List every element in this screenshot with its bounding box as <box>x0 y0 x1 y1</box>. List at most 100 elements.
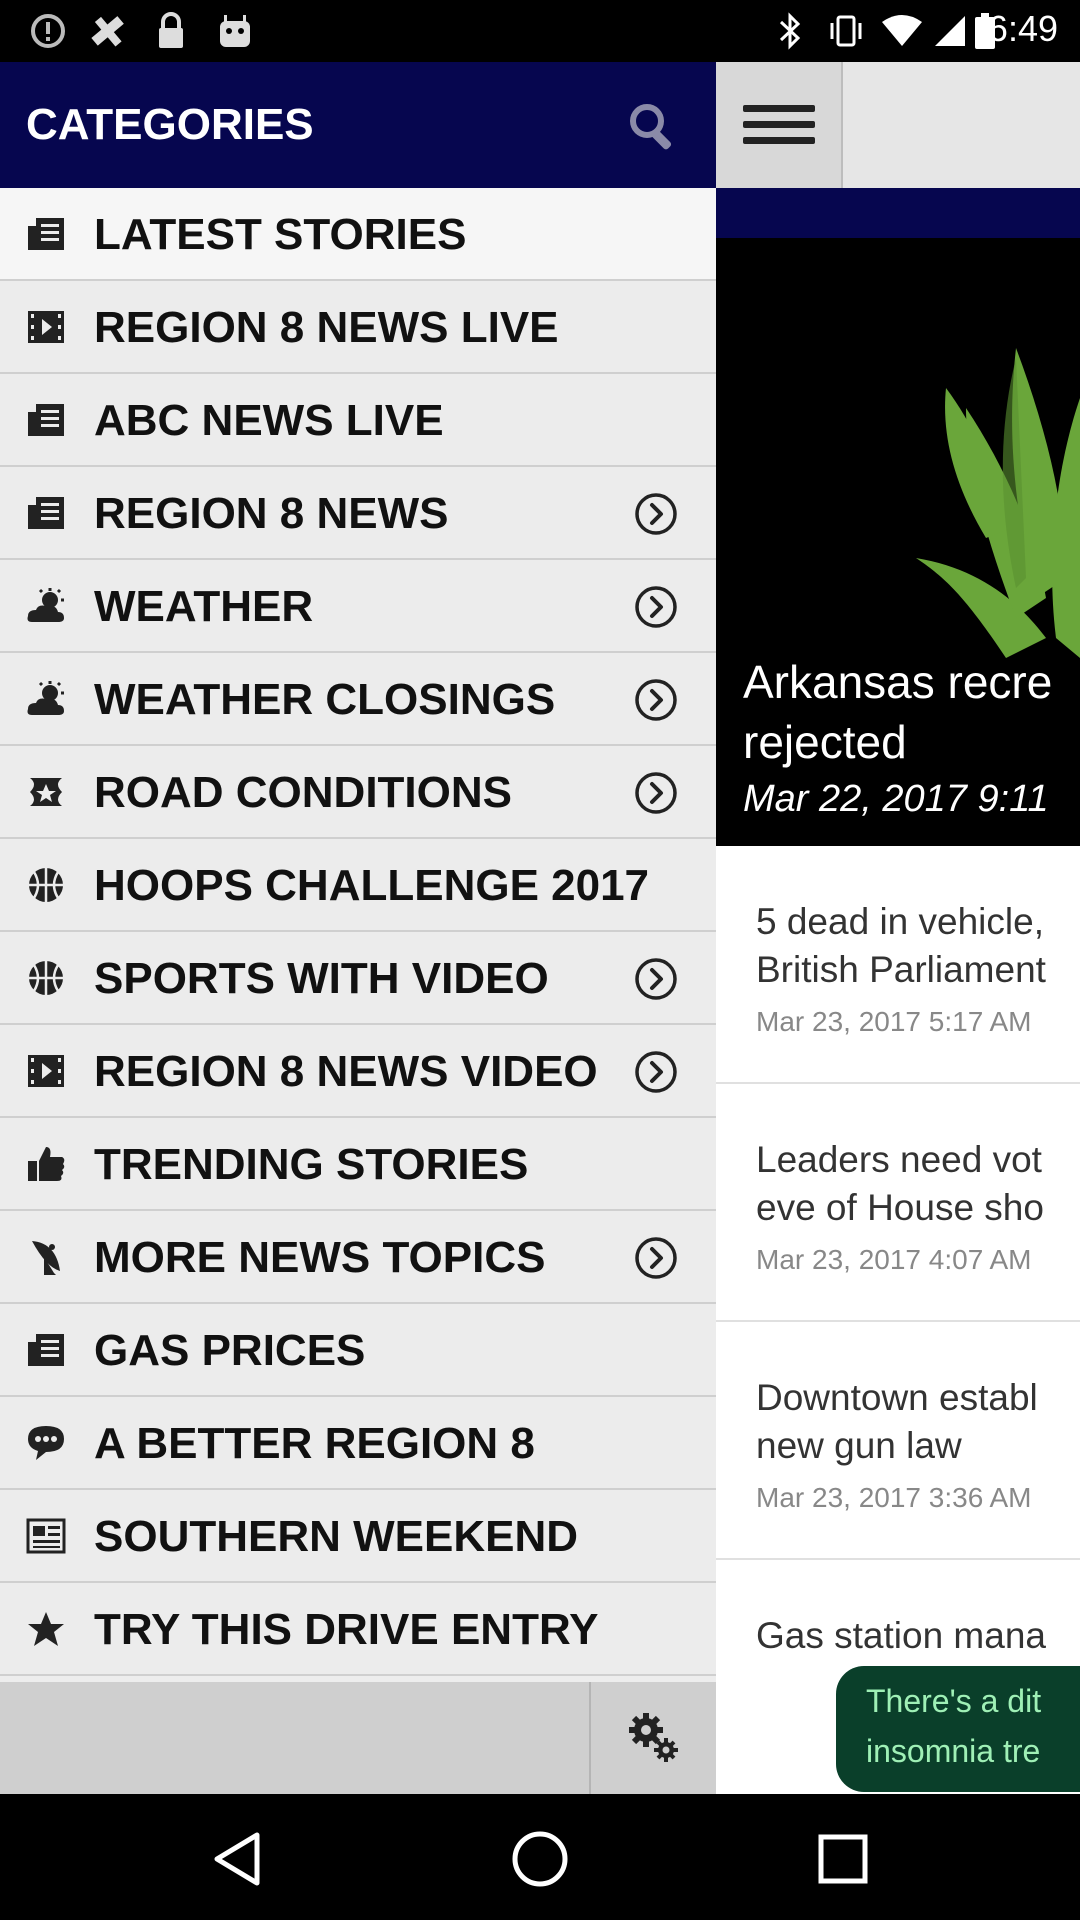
category-item-try-this-drive-entry[interactable]: TRY THIS DRIVE ENTRY <box>0 1583 716 1676</box>
newspaper-icon <box>24 214 68 254</box>
chevron-right-circle-icon[interactable] <box>634 771 678 815</box>
ad-banner[interactable]: There's a dit insomnia tre <box>716 1662 1080 1794</box>
bluetooth-icon <box>772 12 808 50</box>
category-label: MORE NEWS TOPICS <box>94 1233 546 1282</box>
status-time: 6:49 <box>987 8 1058 49</box>
chevron-right-circle-icon[interactable] <box>634 1050 678 1094</box>
article-title: 5 dead in vehicle, British Parliament <box>756 901 1046 990</box>
wifi-icon <box>880 12 924 50</box>
newspaper-icon <box>24 400 68 440</box>
category-item-gas-prices[interactable]: GAS PRICES <box>0 1304 716 1397</box>
category-item-a-better-region-8[interactable]: A BETTER REGION 8 <box>0 1397 716 1490</box>
recents-square-icon <box>818 1834 868 1884</box>
category-label: TRY THIS DRIVE ENTRY <box>94 1605 599 1654</box>
home-circle-icon <box>512 1831 568 1887</box>
chevron-right-circle-icon[interactable] <box>634 585 678 629</box>
category-label: WEATHER <box>94 582 314 631</box>
drawer-title: CATEGORIES <box>26 100 314 149</box>
basketball-icon <box>24 865 68 905</box>
drawer-footer <box>0 1682 716 1794</box>
newspaper-icon <box>24 493 68 533</box>
article-date: Mar 23, 2017 3:36 AM <box>756 1482 1032 1513</box>
search-button[interactable] <box>624 98 680 154</box>
category-item-southern-weekend[interactable]: SOUTHERN WEEKEND <box>0 1490 716 1583</box>
chevron-right-circle-icon[interactable] <box>634 957 678 1001</box>
vibrate-icon <box>826 12 866 50</box>
category-label: LATEST STORIES <box>94 210 467 259</box>
article-item[interactable]: Leaders need vot eve of House sho Mar 23… <box>716 1084 1080 1322</box>
search-icon <box>630 104 672 150</box>
news-feed: Arkansas recre rejected Mar 22, 2017 9:1… <box>716 62 1080 1794</box>
drawer-header: CATEGORIES <box>0 62 716 188</box>
document-icon <box>24 1516 68 1556</box>
film-icon <box>24 307 68 347</box>
category-list: LATEST STORIES REGION 8 NEWS LIVE ABC NEWS… <box>0 188 716 1676</box>
category-item-hoops-challenge-2017[interactable]: HOOPS CHALLENGE 2017 <box>0 839 716 932</box>
category-item-region-8-news-live[interactable]: REGION 8 NEWS LIVE <box>0 281 716 374</box>
article-title: Downtown establ new gun law <box>756 1377 1038 1466</box>
lock-icon <box>152 12 190 50</box>
article-title: Leaders need vot eve of House sho <box>756 1139 1044 1228</box>
category-label: WEATHER CLOSINGS <box>94 675 556 724</box>
chevron-right-circle-icon[interactable] <box>634 492 678 536</box>
article-title: Gas station mana <box>756 1615 1046 1656</box>
home-button[interactable] <box>505 1824 575 1894</box>
category-item-sports-with-video[interactable]: SPORTS WITH VIDEO <box>0 932 716 1025</box>
hero-story[interactable]: Arkansas recre rejected Mar 22, 2017 9:1… <box>716 238 1080 846</box>
category-item-more-news-topics[interactable]: MORE NEWS TOPICS <box>0 1211 716 1304</box>
alert-circle-icon <box>28 12 68 50</box>
category-label: SOUTHERN WEEKEND <box>94 1512 579 1561</box>
fake-gps-icon <box>86 12 132 50</box>
category-label: TRENDING STORIES <box>94 1140 529 1189</box>
category-item-region-8-news[interactable]: REGION 8 NEWS <box>0 467 716 560</box>
hero-title: Arkansas recre rejected <box>743 656 1053 768</box>
signal-icon <box>932 12 968 50</box>
recents-button[interactable] <box>808 1824 878 1894</box>
article-date: Mar 23, 2017 5:17 AM <box>756 1006 1032 1037</box>
star-icon <box>24 1609 68 1649</box>
newspaper-icon <box>24 1330 68 1370</box>
category-item-trending-stories[interactable]: TRENDING STORIES <box>0 1118 716 1211</box>
basketball-icon <box>24 958 68 998</box>
category-item-abc-news-live[interactable]: ABC NEWS LIVE <box>0 374 716 467</box>
category-label: REGION 8 NEWS <box>94 489 449 538</box>
status-bar: 6:49 <box>0 0 1080 62</box>
category-item-latest-stories[interactable]: LATEST STORIES <box>0 188 716 281</box>
back-triangle-icon <box>214 1832 260 1886</box>
android-icon <box>214 12 256 50</box>
section-bar <box>716 188 1080 238</box>
ad-text: There's a dit insomnia tre <box>866 1683 1042 1769</box>
category-item-region-8-news-video[interactable]: REGION 8 NEWS VIDEO <box>0 1025 716 1118</box>
weather-icon <box>24 679 68 719</box>
ad-pill: There's a dit insomnia tre <box>836 1666 1080 1792</box>
chevron-right-circle-icon[interactable] <box>634 1236 678 1280</box>
road-sign-icon <box>24 772 68 812</box>
chevron-right-circle-icon[interactable] <box>634 678 678 722</box>
navigation-bar <box>0 1794 1080 1920</box>
category-label: REGION 8 NEWS VIDEO <box>94 1047 598 1096</box>
satellite-icon <box>24 1237 68 1277</box>
article-item[interactable]: 5 dead in vehicle, British Parliament Ma… <box>716 846 1080 1084</box>
category-item-weather-closings[interactable]: WEATHER CLOSINGS <box>0 653 716 746</box>
gears-icon <box>628 1713 678 1762</box>
hamburger-menu-button[interactable] <box>716 62 843 188</box>
weather-icon <box>24 586 68 626</box>
category-label: A BETTER REGION 8 <box>94 1419 535 1468</box>
article-date: Mar 23, 2017 4:07 AM <box>756 1244 1032 1275</box>
thumbs-up-icon <box>24 1144 68 1184</box>
category-label: SPORTS WITH VIDEO <box>94 954 549 1003</box>
article-item[interactable]: Downtown establ new gun law Mar 23, 2017… <box>716 1322 1080 1560</box>
category-item-weather[interactable]: WEATHER <box>0 560 716 653</box>
category-label: GAS PRICES <box>94 1326 366 1375</box>
back-button[interactable] <box>202 1824 272 1894</box>
hamburger-icon <box>742 105 815 144</box>
settings-button[interactable] <box>591 1682 716 1794</box>
categories-drawer: CATEGORIES LATEST STORIES REGION 8 NEWS L… <box>0 62 716 1794</box>
category-item-road-conditions[interactable]: ROAD CONDITIONS <box>0 746 716 839</box>
category-label: ABC NEWS LIVE <box>94 396 444 445</box>
content-toolbar <box>716 62 1080 188</box>
speech-bubble-icon <box>24 1423 68 1463</box>
hero-date: Mar 22, 2017 9:11 <box>743 778 1049 820</box>
category-label: HOOPS CHALLENGE 2017 <box>94 861 650 910</box>
category-label: ROAD CONDITIONS <box>94 768 512 817</box>
